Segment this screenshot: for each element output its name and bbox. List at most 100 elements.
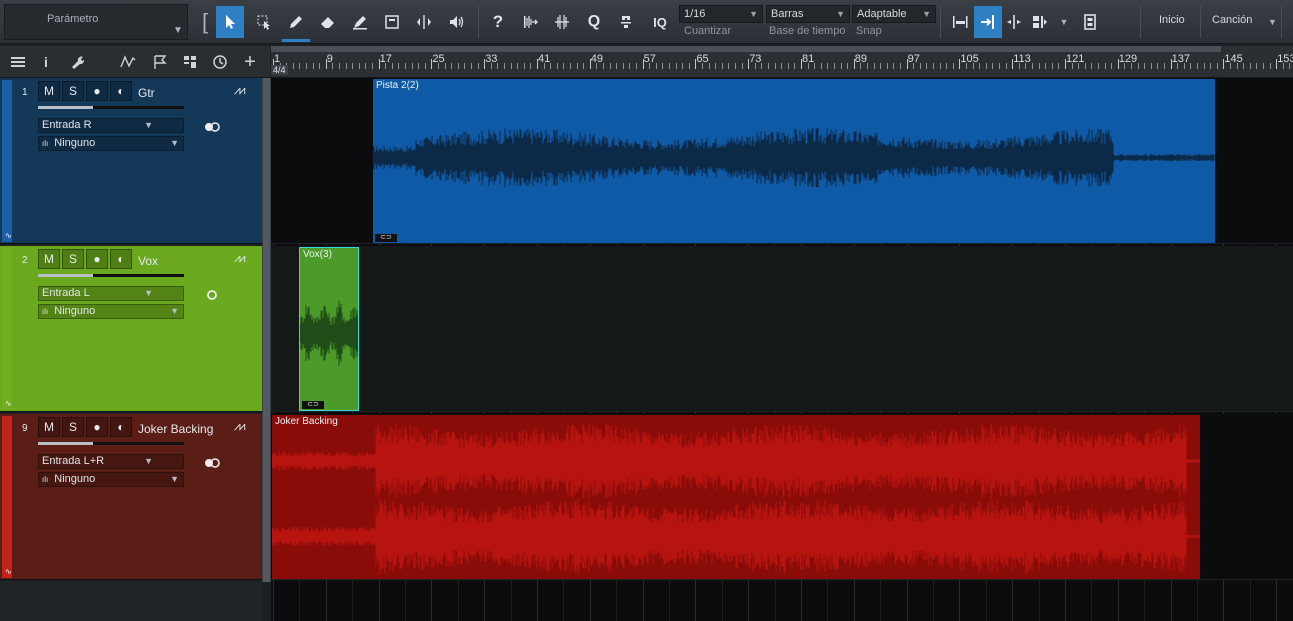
snap-dropdown[interactable]: Adaptable ▼ — [852, 5, 936, 23]
monitor-button[interactable]: ◐ — [110, 417, 132, 437]
solo-button[interactable]: S — [62, 81, 84, 101]
input-selector[interactable]: Entrada L ▼ — [38, 286, 217, 301]
ruler-tick — [748, 59, 750, 69]
input-monitor-toggle[interactable] — [201, 455, 223, 470]
monitor-button[interactable]: ◐ — [110, 249, 132, 269]
output-selector[interactable]: ılı Ninguno ▼ — [38, 472, 184, 487]
ripple-blocks-icon — [1033, 16, 1047, 28]
stereo-link-icon — [205, 457, 220, 468]
arrange-view[interactable]: Pista 2(2) ⊂⊃ Vox(3) ⊂⊃ Joker Backing — [271, 78, 1293, 621]
output-selector[interactable]: ılı Ninguno ▼ — [38, 136, 184, 151]
help-button[interactable]: ? — [484, 6, 512, 38]
mute-button[interactable]: M — [38, 81, 60, 101]
input-value: Entrada L — [42, 287, 90, 299]
snap-to-events-button[interactable] — [974, 6, 1002, 38]
chevron-down-icon[interactable]: ▼ — [1058, 16, 1070, 28]
ruler-tick — [834, 63, 835, 69]
automation-expand-icon[interactable]: ∿ — [5, 231, 12, 240]
ruler-tick — [378, 59, 380, 69]
listen-tool-button[interactable] — [442, 6, 470, 38]
record-arm-button[interactable]: ● — [86, 81, 108, 101]
input-monitor-toggle[interactable] — [201, 287, 223, 302]
track-list-scrollbar[interactable] — [262, 78, 271, 582]
track-name[interactable]: Gtr — [138, 86, 155, 100]
track-name[interactable]: Vox — [138, 254, 158, 268]
video-button[interactable] — [1076, 6, 1104, 38]
volume-fader[interactable] — [38, 442, 184, 445]
split-tool-button[interactable] — [346, 6, 374, 38]
audio-clip[interactable]: Joker Backing — [272, 415, 1200, 579]
solo-button[interactable]: S — [62, 249, 84, 269]
autoscroll-button[interactable] — [516, 6, 544, 38]
track-name[interactable]: Joker Backing — [138, 422, 213, 436]
arranger-track-button[interactable] — [180, 52, 200, 72]
quantize-dropdown[interactable]: 1/16 ▼ — [679, 5, 763, 23]
range-tool-button[interactable] — [250, 6, 278, 38]
record-arm-button[interactable]: ● — [86, 249, 108, 269]
eraser-tool-button[interactable] — [314, 6, 342, 38]
mute-button[interactable]: M — [38, 249, 60, 269]
track-lane[interactable]: Vox(3) ⊂⊃ — [271, 246, 1293, 412]
audio-clip[interactable]: Pista 2(2) ⊂⊃ — [373, 79, 1215, 243]
snap-button[interactable] — [612, 6, 640, 38]
marker-track-button[interactable] — [150, 52, 170, 72]
automation-expand-icon[interactable]: ∿ — [5, 399, 12, 408]
volume-fader[interactable] — [38, 274, 184, 277]
timebase-dropdown[interactable]: Barras ▼ — [766, 5, 850, 23]
waveform-icon[interactable]: ⩘⩘ — [234, 251, 245, 266]
track-lane[interactable]: Pista 2(2) ⊂⊃ — [271, 78, 1293, 244]
input-monitor-toggle[interactable] — [201, 119, 223, 134]
solo-button[interactable]: S — [62, 417, 84, 437]
output-value: Ninguno — [54, 473, 96, 485]
paint-tool-button[interactable] — [282, 6, 310, 42]
track-lane[interactable]: Joker Backing — [271, 414, 1293, 580]
inspector-button[interactable]: i — [36, 52, 56, 72]
monitor-button[interactable]: ◐ — [110, 81, 132, 101]
follow-button[interactable] — [548, 6, 576, 38]
chevron-down-icon[interactable]: ▼ — [1268, 17, 1277, 27]
record-arm-button[interactable]: ● — [86, 417, 108, 437]
add-track-button[interactable]: + — [240, 51, 260, 73]
track-header-vox[interactable]: ∿ 2 M S ● ◐ Vox ⩘⩘ Entrada L ▼ ılı Ningu… — [0, 246, 262, 412]
song-button[interactable]: Canción — [1212, 14, 1252, 26]
pointer-icon — [226, 15, 235, 29]
output-selector[interactable]: ılı Ninguno ▼ — [38, 304, 184, 319]
snap-to-grid-button[interactable] — [946, 6, 974, 38]
ruler-tick — [702, 63, 703, 69]
quantize-button[interactable]: Q — [580, 6, 608, 38]
tempo-track-button[interactable] — [210, 52, 230, 72]
mute-button[interactable]: M — [38, 417, 60, 437]
volume-fader[interactable] — [38, 106, 184, 109]
ruler-tick — [1249, 63, 1251, 69]
snap-to-cursor-button[interactable] — [1000, 6, 1028, 38]
input-selector[interactable]: Entrada R ▼ — [38, 118, 220, 133]
ruler-tick — [873, 63, 875, 69]
bracket-icon: [ — [201, 9, 209, 34]
track-header-joker-backing[interactable]: ∿ 9 M S ● ◐ Joker Backing ⩘⩘ Entrada L+R… — [0, 414, 262, 580]
track-header-gtr[interactable]: ∿ 1 M S ● ◐ Gtr ⩘⩘ Entrada R ▼ ılı Ningu… — [0, 78, 262, 244]
track-settings-button[interactable] — [68, 52, 88, 72]
ruler-tick — [1078, 63, 1080, 69]
clip-link-icon[interactable]: ⊂⊃ — [302, 401, 324, 409]
ripple-edit-button[interactable] — [1026, 6, 1054, 38]
timeline-ruler[interactable]: 1 9 17 25 33 41 49 57 65 73 81 89 97 105 113 121 129 137 1… — [271, 46, 1293, 78]
audio-clip[interactable]: Vox(3) ⊂⊃ — [299, 247, 359, 411]
speaker-icon — [450, 16, 464, 28]
arrow-tool-button[interactable] — [216, 6, 244, 38]
automation-button[interactable] — [118, 52, 138, 72]
waveform-icon[interactable]: ⩘⩘ — [234, 83, 245, 98]
clip-link-icon[interactable]: ⊂⊃ — [375, 234, 397, 242]
automation-expand-icon[interactable]: ∿ — [5, 567, 12, 576]
loop-range-bar[interactable] — [271, 46, 1221, 52]
scrollbar-thumb[interactable] — [263, 78, 270, 582]
parameter-selector[interactable]: Parámetro ▼ — [4, 4, 188, 40]
mute-tool-button[interactable] — [410, 6, 438, 38]
iq-button[interactable]: IQ — [648, 13, 672, 31]
ruler-tick — [1183, 63, 1185, 69]
bend-tool-button[interactable] — [378, 6, 406, 38]
waveform-icon[interactable]: ⩘⩘ — [234, 419, 245, 434]
empty-track-area[interactable] — [0, 582, 262, 621]
input-selector[interactable]: Entrada L+R ▼ — [38, 454, 220, 469]
start-button[interactable]: Inicio — [1159, 14, 1185, 26]
track-list-menu-button[interactable] — [8, 52, 28, 72]
